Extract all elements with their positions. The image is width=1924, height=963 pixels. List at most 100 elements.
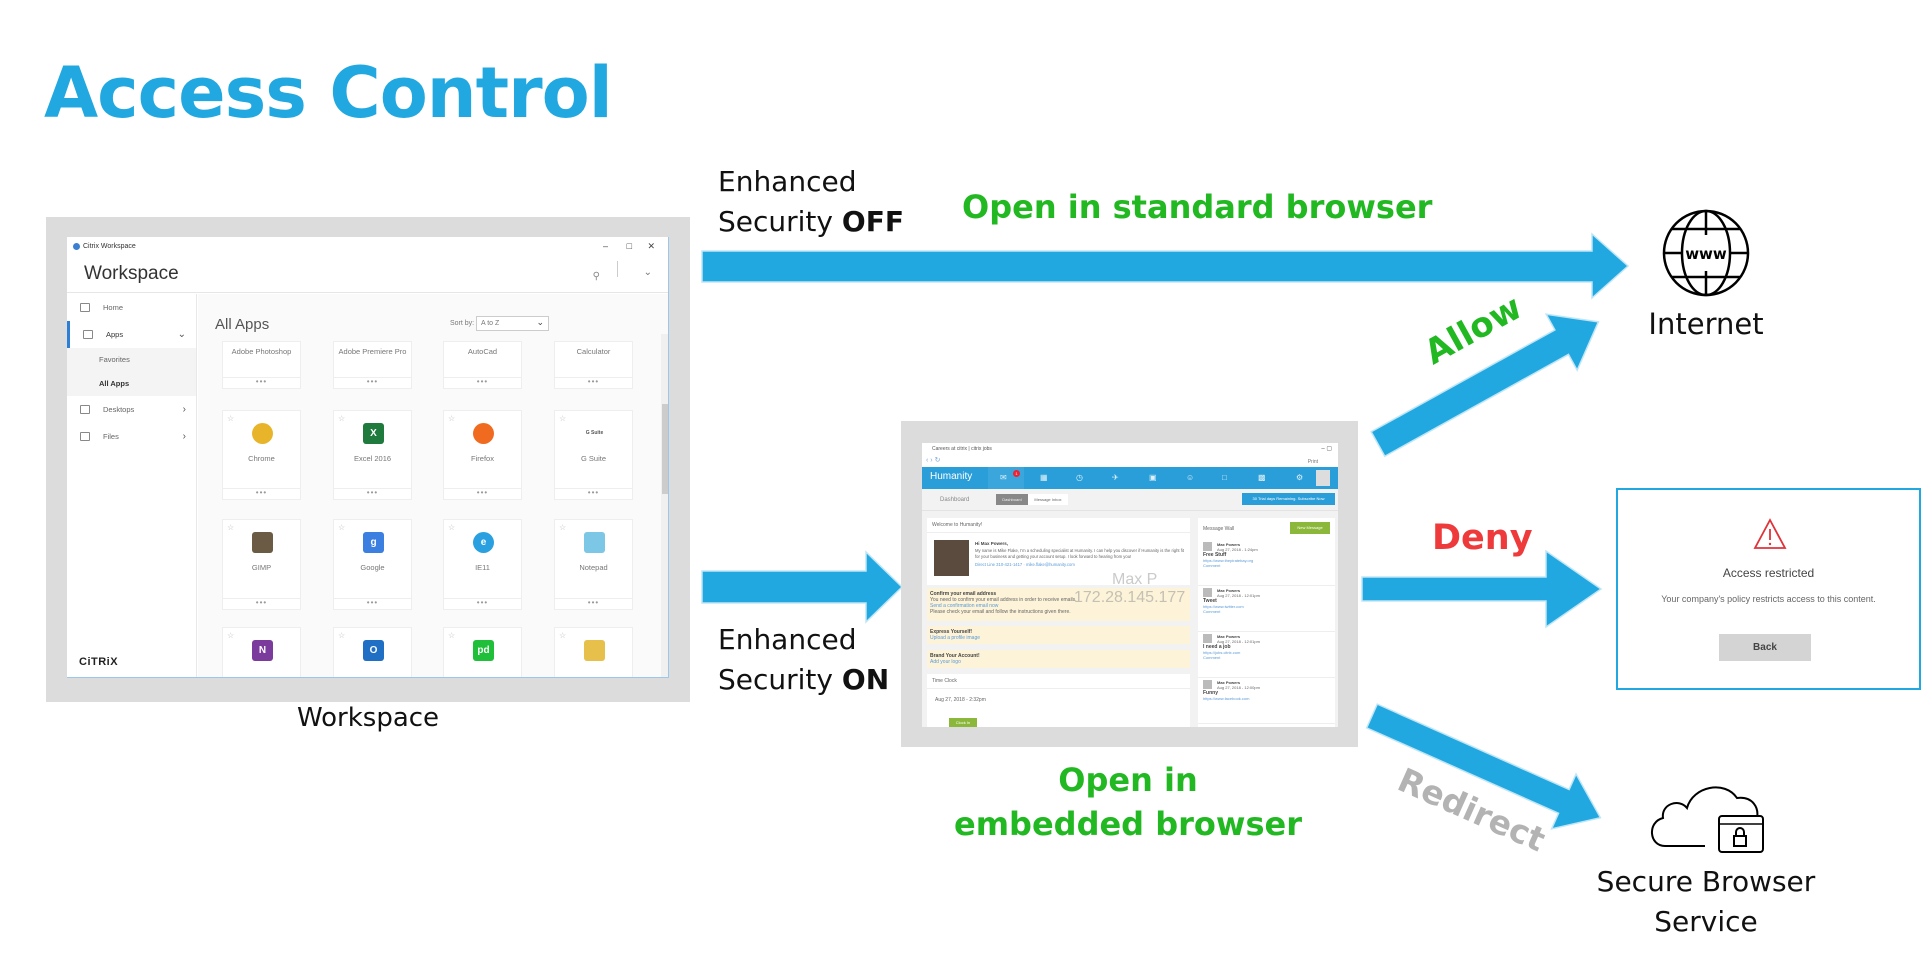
app-tile[interactable]: ☆ O [333, 627, 412, 677]
security-word: Security [718, 205, 833, 238]
sidebar-item-all-apps[interactable]: All Apps [67, 372, 196, 396]
favorite-star-icon[interactable]: ☆ [559, 523, 566, 532]
more-options-icon[interactable]: ••• [555, 488, 632, 499]
favorite-star-icon[interactable]: ☆ [559, 414, 566, 423]
app-tile[interactable]: ☆ GIMP ••• [222, 519, 301, 610]
task-brand-account: Brand Your Account! Add your logo [927, 650, 1190, 668]
sort-select[interactable]: A to Z ⌄ [476, 316, 549, 331]
calendar-icon[interactable]: □ [1222, 473, 1227, 482]
favorite-star-icon[interactable]: ☆ [227, 631, 234, 640]
app-tile[interactable]: ☆ [554, 627, 633, 677]
favorite-star-icon[interactable]: ☆ [338, 523, 345, 532]
staff-icon[interactable]: ☺ [1186, 473, 1194, 482]
more-options-icon[interactable]: ••• [555, 598, 632, 609]
sidebar-item-apps[interactable]: Apps ⌄ [67, 321, 196, 348]
app-tile[interactable]: ☆ g Google ••• [333, 519, 412, 610]
add-logo-link[interactable]: Add your logo [930, 659, 1187, 665]
desktop-icon [80, 405, 90, 414]
messages-icon[interactable]: ✉ [1000, 473, 1007, 482]
favorite-star-icon[interactable]: ☆ [448, 631, 455, 640]
upload-image-link[interactable]: Upload a profile image [930, 635, 1187, 641]
comment-link[interactable]: Comment [1203, 655, 1330, 660]
app-tile[interactable]: AutoCad ••• [443, 341, 522, 389]
chevron-right-icon: › [182, 404, 186, 415]
tab-dashboard[interactable]: Dashboard [996, 494, 1028, 505]
post-link[interactable]: https://www.facebook.com [1203, 696, 1330, 701]
forward-icon[interactable]: › [930, 457, 932, 464]
app-tile[interactable]: ☆ Chrome ••• [222, 410, 301, 500]
sidebar-item-home[interactable]: Home [67, 294, 196, 321]
sidebar-item-desktops[interactable]: Desktops › [67, 396, 196, 423]
back-button[interactable]: Back [1719, 634, 1811, 661]
app-tile[interactable]: ☆ e IE11 ••• [443, 519, 522, 610]
app-tile[interactable]: ☆ Firefox ••• [443, 410, 522, 500]
avatar [1203, 542, 1212, 551]
app-tile[interactable]: ☆ N [222, 627, 301, 677]
more-options-icon[interactable]: ••• [334, 377, 411, 388]
favorite-star-icon[interactable]: ☆ [338, 414, 345, 423]
leave-icon[interactable]: ✈ [1112, 473, 1119, 482]
avatar[interactable] [1316, 470, 1330, 486]
divider [617, 261, 618, 277]
app-name: Calculator [576, 347, 611, 356]
more-options-icon[interactable]: ••• [444, 598, 521, 609]
more-options-icon[interactable]: ••• [555, 377, 632, 388]
more-options-icon[interactable]: ••• [223, 598, 300, 609]
close-button[interactable]: ✕ [647, 241, 655, 252]
comment-link[interactable]: Comment [1203, 609, 1330, 614]
back-icon[interactable]: ‹ [926, 457, 928, 464]
enhanced-on-line1: Enhanced [718, 623, 857, 656]
page-name: Dashboard [940, 497, 970, 503]
more-options-icon[interactable]: ••• [223, 488, 300, 499]
scrollbar-thumb[interactable] [662, 404, 668, 494]
app-tile[interactable]: Adobe Premiere Pro ••• [333, 341, 412, 389]
notepad-icon [584, 532, 605, 553]
favorite-star-icon[interactable]: ☆ [448, 414, 455, 423]
workspace-caption: Workspace [296, 703, 440, 733]
app-tile[interactable]: Adobe Photoshop ••• [222, 341, 301, 389]
minimize-button[interactable]: – [603, 241, 608, 251]
more-options-icon[interactable]: ••• [444, 377, 521, 388]
more-options-icon[interactable]: ••• [334, 598, 411, 609]
app-tile[interactable]: ☆ pd [443, 627, 522, 677]
print-button[interactable]: Print [1308, 458, 1318, 466]
security-word: Security [718, 663, 833, 696]
training-icon[interactable]: ▣ [1149, 473, 1157, 482]
home-icon [80, 303, 90, 312]
favorite-star-icon[interactable]: ☆ [227, 523, 234, 532]
shifts-icon[interactable]: ▦ [1040, 473, 1048, 482]
tab-message-inbox[interactable]: Message Inbox [1028, 494, 1068, 505]
favorite-star-icon[interactable]: ☆ [448, 523, 455, 532]
maximize-button[interactable]: □ [627, 241, 632, 251]
sidebar-item-favorites[interactable]: Favorites [67, 348, 196, 372]
new-message-button[interactable]: New Message [1290, 522, 1330, 534]
app-tile[interactable]: Calculator ••• [554, 341, 633, 389]
window-controls[interactable]: – ▢ [1321, 445, 1332, 452]
more-options-icon[interactable]: ••• [223, 377, 300, 388]
task-line: Please check your email and follow the i… [930, 609, 1071, 615]
app-tile[interactable]: ☆ G Suite G Suite ••• [554, 410, 633, 500]
favorite-star-icon[interactable]: ☆ [559, 631, 566, 640]
search-icon[interactable]: ⚲ [593, 271, 600, 282]
reload-icon[interactable]: ↻ [935, 457, 941, 464]
scrollbar[interactable] [661, 334, 668, 677]
settings-icon[interactable]: ⚙ [1296, 473, 1303, 482]
contact-link[interactable]: Direct Line 310-421-1417 · mike.flake@hu… [975, 562, 1075, 567]
excel-icon: X [363, 423, 384, 444]
reports-icon[interactable]: ▩ [1258, 473, 1266, 482]
favorite-star-icon[interactable]: ☆ [227, 414, 234, 423]
account-chevron-down-icon[interactable]: ⌄ [644, 267, 652, 278]
more-options-icon[interactable]: ••• [444, 488, 521, 499]
comment-link[interactable]: Comment [1203, 563, 1330, 568]
sub-header: Dashboard Dashboard Message Inbox 30 Tri… [922, 489, 1338, 511]
enhanced-on-line2: Security ON [718, 660, 889, 700]
app-tile[interactable]: ☆ Notepad ••• [554, 519, 633, 610]
app-tile[interactable]: ☆ X Excel 2016 ••• [333, 410, 412, 500]
subscribe-button[interactable]: 30 Trial days Remaining. Subscribe Now [1242, 493, 1335, 505]
more-options-icon[interactable]: ••• [334, 488, 411, 499]
timeclock-icon[interactable]: ◷ [1076, 473, 1083, 482]
clock-in-button[interactable]: Clock In [949, 718, 977, 727]
favorite-star-icon[interactable]: ☆ [338, 631, 345, 640]
open-standard-label: Open in standard browser [962, 188, 1433, 226]
sidebar-item-files[interactable]: Files › [67, 423, 196, 450]
